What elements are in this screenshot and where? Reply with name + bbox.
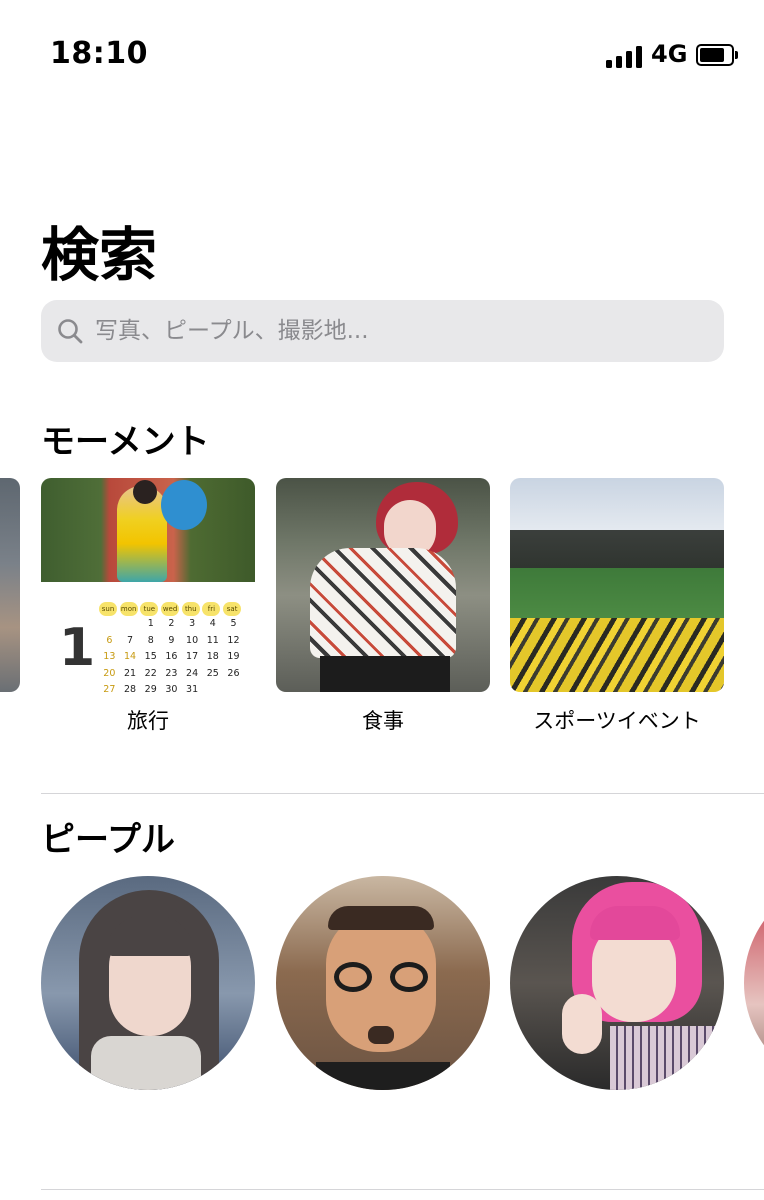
calendar-weekday: tue bbox=[140, 602, 159, 616]
calendar-day: 20 bbox=[103, 667, 116, 679]
calendar-day: 3 bbox=[189, 618, 196, 629]
calendar-day: 29 bbox=[144, 684, 157, 692]
calendar-day: 28 bbox=[123, 684, 137, 692]
calendar-weekday: mon bbox=[119, 602, 138, 616]
moments-section-title: モーメント bbox=[41, 422, 210, 462]
section-divider bbox=[41, 793, 764, 794]
calendar-weekday: fri bbox=[202, 602, 221, 616]
calendar-weekday: wed bbox=[161, 602, 180, 616]
calendar-day: 26 bbox=[227, 667, 240, 679]
calendar-day: 1 bbox=[147, 618, 154, 629]
calendar-day: 4 bbox=[209, 618, 216, 629]
calendar-day: 16 bbox=[165, 651, 178, 662]
search-icon bbox=[58, 319, 83, 344]
people-section-title: ピープル bbox=[41, 820, 175, 860]
calendar-day: 21 bbox=[123, 667, 137, 679]
calendar-day: 14 bbox=[123, 651, 137, 662]
section-divider bbox=[41, 1189, 764, 1190]
search-bar[interactable] bbox=[41, 300, 724, 362]
moment-photo bbox=[276, 478, 490, 692]
calendar-weekday-row: sun mon tue wed thu fri sat bbox=[99, 596, 249, 616]
calendar-day: 30 bbox=[165, 684, 178, 692]
calendar-week-row: 1 2 3 4 5 bbox=[99, 616, 249, 633]
person-avatar-1[interactable] bbox=[41, 876, 255, 1090]
calendar-week-row: 27 28 29 30 31 bbox=[99, 682, 249, 692]
moment-card-travel[interactable]: 1 sun mon tue wed thu fri sat 12345 6 7 8 9 10 11 12… bbox=[41, 478, 255, 692]
calendar-weekday: thu bbox=[181, 602, 200, 616]
page-title: 検索 bbox=[41, 221, 158, 289]
calendar-day: 6 bbox=[106, 634, 113, 646]
calendar-day: 19 bbox=[227, 651, 240, 662]
calendar-week-row: 6 7 8 9 10 11 12 bbox=[99, 633, 249, 650]
calendar-day: 27 bbox=[103, 684, 116, 692]
calendar-day: 22 bbox=[144, 667, 157, 679]
calendar-day: 10 bbox=[186, 634, 199, 646]
calendar-grid: sun mon tue wed thu fri sat 12345 6 7 8 9 10 11 12 1… bbox=[99, 596, 249, 692]
status-time: 18:10 bbox=[50, 36, 148, 71]
calendar-day: 18 bbox=[206, 651, 219, 662]
calendar-day: 25 bbox=[206, 667, 219, 679]
calendar-week-row: 13 14 15 16 17 18 19 bbox=[99, 649, 249, 666]
moment-card-food[interactable] bbox=[276, 478, 490, 692]
moment-label-food: 食事 bbox=[362, 709, 404, 733]
calendar-day: 15 bbox=[144, 651, 157, 662]
calendar-day: 12 bbox=[227, 634, 240, 646]
calendar-day: 5 bbox=[230, 618, 237, 629]
calendar-day: 13 bbox=[103, 651, 116, 662]
person-avatar-3[interactable] bbox=[510, 876, 724, 1090]
person-avatar-4-partial[interactable] bbox=[744, 876, 764, 1090]
calendar-thumbnail: 1 sun mon tue wed thu fri sat 12345 6 7 8 9 10 11 12… bbox=[41, 582, 255, 692]
calendar-week-row: 20 21 22 23 24 25 26 bbox=[99, 666, 249, 683]
status-bar: 18:10 4G bbox=[0, 0, 764, 110]
search-input[interactable] bbox=[95, 300, 695, 362]
calendar-day: 23 bbox=[165, 667, 178, 679]
calendar-day: 7 bbox=[127, 634, 134, 646]
moment-card-sports[interactable] bbox=[510, 478, 724, 692]
calendar-day: 31 bbox=[186, 684, 199, 692]
calendar-day: 11 bbox=[206, 634, 219, 646]
moment-photo bbox=[510, 478, 724, 692]
network-type: 4G bbox=[651, 40, 688, 68]
calendar-day: 24 bbox=[186, 667, 199, 679]
calendar-day: 8 bbox=[147, 634, 154, 646]
calendar-weekday: sun bbox=[99, 602, 117, 616]
moment-card-partial[interactable] bbox=[0, 478, 20, 692]
battery-icon bbox=[696, 44, 738, 66]
moment-label-sports: スポーツイベント bbox=[533, 709, 701, 733]
calendar-weekday: sat bbox=[223, 602, 242, 616]
calendar-month-number: 1 bbox=[59, 618, 96, 678]
cellular-signal-icon bbox=[606, 44, 644, 68]
calendar-day: 2 bbox=[168, 618, 175, 629]
calendar-day: 9 bbox=[168, 634, 175, 646]
moment-photo bbox=[41, 478, 255, 582]
moment-label-travel: 旅行 bbox=[127, 709, 169, 733]
person-avatar-2[interactable] bbox=[276, 876, 490, 1090]
calendar-day: 17 bbox=[186, 651, 199, 662]
